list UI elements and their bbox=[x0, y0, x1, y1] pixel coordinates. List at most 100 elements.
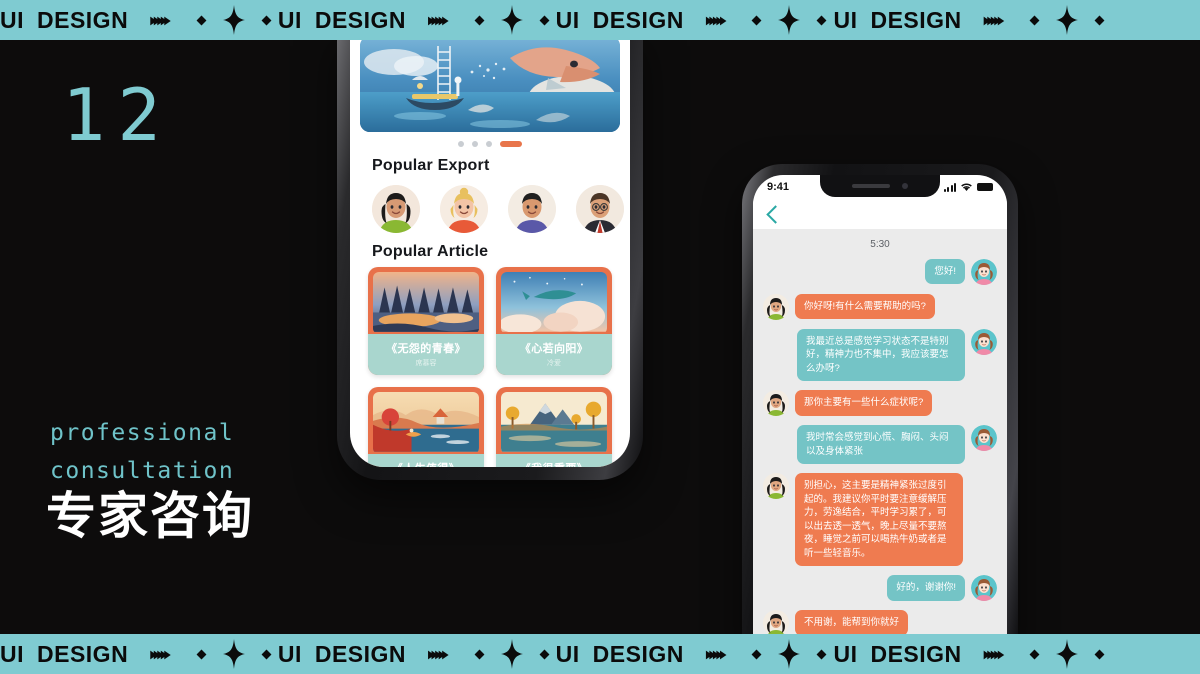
article-author: 冷爱 bbox=[547, 360, 561, 367]
banner-arrows-icon: ▸▸▸▸▸ bbox=[983, 643, 1005, 664]
diamond-icon bbox=[196, 15, 207, 25]
diamond-icon bbox=[817, 649, 827, 659]
kicker-line-1: professional bbox=[50, 420, 235, 446]
user-avatar-girl[interactable] bbox=[971, 425, 997, 452]
banner-unit: UI DESIGN ▸▸▸▸▸ bbox=[0, 639, 278, 669]
diamond-icon bbox=[539, 15, 550, 25]
message-bubble-outgoing[interactable]: 好的，谢谢你! bbox=[887, 575, 965, 601]
four-point-star-icon bbox=[778, 639, 801, 669]
message-bubble-outgoing[interactable]: 我时常会感觉到心慌、胸闷、头闷以及身体紧张 bbox=[797, 425, 965, 465]
banner-unit: UI DESIGN ▸▸▸▸▸ bbox=[278, 5, 556, 35]
article-card[interactable]: 《人生值得》 bbox=[368, 387, 484, 467]
diamond-icon bbox=[261, 15, 272, 25]
diamond-icon bbox=[474, 15, 485, 25]
bottom-marquee-banner: UI DESIGN ▸▸▸▸▸ UI DESIGN ▸▸▸▸▸ UI DESIGN ▸▸▸▸▸ U… bbox=[0, 634, 1200, 674]
article-meta: 《人生值得》 bbox=[368, 454, 484, 467]
counselor-avatar-woman[interactable] bbox=[763, 294, 789, 320]
article-card-grid[interactable]: 《无怨的青春》席慕容《心若向阳》冷爱《人生值得》 《我很重要》 bbox=[350, 261, 630, 467]
user-avatar-girl[interactable] bbox=[971, 329, 997, 355]
four-point-star-icon bbox=[500, 5, 523, 35]
expert-avatar-1[interactable] bbox=[372, 185, 420, 233]
article-thumbnail bbox=[373, 392, 479, 454]
banner-wordmark: UI DESIGN bbox=[833, 640, 962, 667]
article-thumbnail bbox=[501, 392, 607, 454]
back-chevron-icon[interactable] bbox=[766, 204, 785, 224]
diamond-icon bbox=[1029, 15, 1040, 25]
banner-arrows-icon: ▸▸▸▸▸ bbox=[150, 9, 171, 30]
article-card[interactable]: 《心若向阳》 冷爱 bbox=[496, 267, 612, 375]
diamond-icon bbox=[752, 15, 762, 25]
top-marquee-banner: UI DESIGN ▸▸▸▸▸ UI DESIGN ▸▸▸▸▸ UI DESIGN ▸▸▸▸▸ U… bbox=[0, 0, 1200, 40]
expert-avatar-3[interactable] bbox=[508, 185, 556, 233]
expert-avatar-2[interactable] bbox=[440, 185, 488, 233]
banner-wordmark: UI DESIGN bbox=[0, 6, 129, 33]
article-title: 《我很重要》 bbox=[500, 460, 608, 467]
article-meta: 《心若向阳》 冷爱 bbox=[496, 334, 612, 375]
chat-message-list[interactable]: 5:30 您好! 你好呀!有什么需要帮助的吗? 我最近总是感觉学习状态不是特别好，精… bbox=[753, 229, 1007, 636]
banner-arrows-icon: ▸▸▸▸▸ bbox=[705, 643, 727, 664]
user-avatar-girl[interactable] bbox=[971, 259, 997, 285]
diamond-icon bbox=[1094, 15, 1105, 25]
banner-arrows-icon: ▸▸▸▸▸ bbox=[428, 9, 449, 30]
diamond-icon bbox=[752, 649, 762, 659]
four-point-star-icon bbox=[778, 5, 801, 35]
expert-avatar-4[interactable] bbox=[576, 185, 624, 233]
counselor-avatar-woman[interactable] bbox=[763, 473, 789, 500]
article-thumbnail bbox=[373, 272, 479, 334]
four-point-star-icon bbox=[1056, 5, 1079, 35]
diamond-icon bbox=[261, 649, 272, 659]
diamond-icon bbox=[1029, 649, 1040, 659]
article-card[interactable]: 《无怨的青春》 席慕容 bbox=[368, 267, 484, 375]
chat-row-incoming: 那你主要有一些什么症状呢? bbox=[763, 390, 997, 417]
message-bubble-outgoing[interactable]: 您好! bbox=[925, 259, 965, 285]
counselor-avatar-woman[interactable] bbox=[763, 390, 789, 417]
four-point-star-icon bbox=[222, 5, 245, 35]
carousel-dot[interactable] bbox=[458, 141, 464, 147]
banner-wordmark: UI DESIGN bbox=[555, 6, 684, 33]
banner-wordmark: UI DESIGN bbox=[0, 640, 129, 667]
status-time: 9:41 bbox=[767, 181, 790, 193]
carousel-dot[interactable] bbox=[486, 141, 492, 147]
banner-arrows-icon: ▸▸▸▸▸ bbox=[705, 9, 727, 30]
diamond-icon bbox=[196, 649, 207, 659]
user-avatar-girl[interactable] bbox=[971, 575, 997, 602]
diamond-icon bbox=[539, 649, 550, 659]
article-title: 《心若向阳》 bbox=[519, 343, 589, 355]
battery-icon bbox=[977, 183, 993, 191]
message-bubble-outgoing[interactable]: 我最近总是感觉学习状态不是特别好，精神力也不集中，我应该要怎么办呀? bbox=[797, 329, 965, 382]
message-bubble-incoming[interactable]: 那你主要有一些什么症状呢? bbox=[795, 390, 933, 416]
phone-mockup-right: 9:41 5:30 您好! 你好呀!有什么需要帮助的吗? 我最近总是感觉学习状态不是… bbox=[742, 164, 1018, 644]
counselor-avatar-woman[interactable] bbox=[763, 610, 789, 636]
banner-wordmark: UI DESIGN bbox=[277, 6, 407, 33]
chat-row-outgoing: 好的，谢谢你! bbox=[763, 575, 997, 602]
carousel-dot[interactable] bbox=[500, 141, 522, 147]
article-meta: 《我很重要》 bbox=[496, 454, 612, 467]
expert-avatar-list[interactable] bbox=[350, 175, 630, 237]
article-author: 席慕容 bbox=[415, 360, 437, 367]
carousel-dot[interactable] bbox=[472, 141, 478, 147]
phone-mockup-left: Popular Export Popular Article 《无怨的青春》 席慕… bbox=[337, 28, 643, 480]
banner-arrows-icon: ▸▸▸▸▸ bbox=[150, 643, 171, 664]
section-title-popular-article: Popular Article bbox=[372, 243, 489, 260]
carousel-hero-image[interactable] bbox=[360, 36, 620, 132]
carousel-pagination[interactable] bbox=[360, 132, 620, 151]
banner-wordmark: UI DESIGN bbox=[555, 640, 684, 667]
message-bubble-incoming[interactable]: 不用谢，能帮到你就好 bbox=[795, 610, 909, 636]
article-thumbnail bbox=[501, 272, 607, 334]
chat-row-outgoing: 我时常会感觉到心慌、胸闷、头闷以及身体紧张 bbox=[763, 425, 997, 465]
banner-unit: UI DESIGN ▸▸▸▸▸ bbox=[833, 5, 1111, 35]
article-card[interactable]: 《我很重要》 bbox=[496, 387, 612, 467]
banner-arrows-icon: ▸▸▸▸▸ bbox=[428, 643, 449, 664]
diamond-icon bbox=[817, 15, 827, 25]
carousel-container[interactable] bbox=[350, 28, 630, 151]
chat-row-outgoing: 我最近总是感觉学习状态不是特别好，精神力也不集中，我应该要怎么办呀? bbox=[763, 329, 997, 382]
section-title-popular-export: Popular Export bbox=[372, 157, 490, 174]
message-bubble-incoming[interactable]: 你好呀!有什么需要帮助的吗? bbox=[795, 294, 935, 320]
message-bubble-incoming[interactable]: 别担心，这主要是精神紧张过度引起的。我建议你平时要注意缓解压力，劳逸结合，平时学… bbox=[795, 473, 963, 567]
chat-timestamp: 5:30 bbox=[870, 239, 890, 250]
diamond-icon bbox=[474, 649, 485, 659]
wifi-icon bbox=[961, 183, 972, 191]
phone-left-screen: Popular Export Popular Article 《无怨的青春》 席慕… bbox=[350, 28, 630, 467]
chat-row-incoming: 不用谢，能帮到你就好 bbox=[763, 610, 997, 636]
phone-right-screen: 9:41 5:30 您好! 你好呀!有什么需要帮助的吗? 我最近总是感觉学习状态不是… bbox=[753, 175, 1007, 644]
